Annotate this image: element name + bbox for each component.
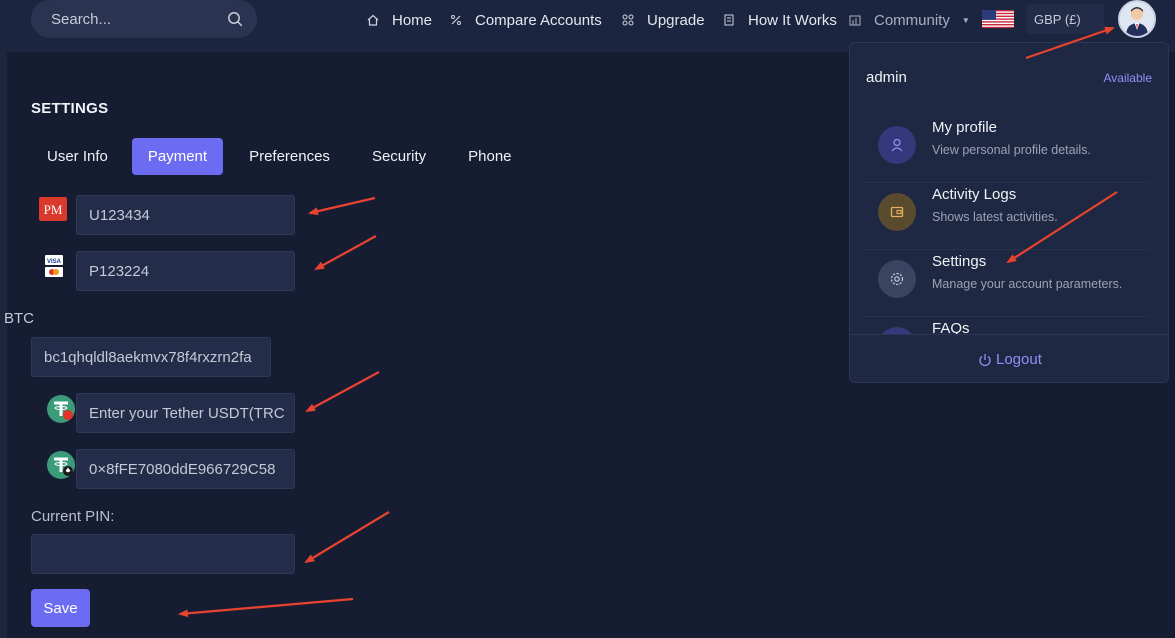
logout-button[interactable]: Logout [978,351,1042,368]
menu-item-my-profile[interactable]: My profile View personal profile details… [864,117,1150,183]
logout-label: Logout [996,351,1042,368]
btc-label: BTC [4,310,34,327]
left-edge [0,52,7,638]
annotation-arrow [304,511,390,564]
nav-community[interactable]: Community ▼ [848,10,970,30]
settings-tabs: User Info Payment Preferences Security P… [31,138,528,175]
chevron-down-icon: ▼ [961,15,970,25]
btc-field[interactable]: bc1qhqldl8aekmvx78f4rxzrn2fa [31,337,271,377]
menu-item-desc: View personal profile details. [932,143,1091,157]
nav-how-it-works[interactable]: How It Works [722,10,837,30]
nav-upgrade[interactable]: Upgrade [621,10,705,30]
avatar[interactable] [1118,0,1156,38]
currency-label: GBP (£) [1034,12,1081,27]
payeer-field[interactable]: P123224 [76,251,295,291]
us-flag-icon[interactable] [982,10,1014,28]
page-title: SETTINGS [31,100,109,117]
menu-item-desc: Shows latest activities. [932,210,1058,224]
usdt-trc-field[interactable]: Enter your Tether USDT(TRC [76,393,295,433]
menu-item-settings[interactable]: Settings Manage your account parameters. [864,251,1150,317]
card-icon: VISA [45,255,63,277]
currency-selector[interactable]: GBP (£) [1026,4,1104,34]
dropdown-username: admin [866,69,907,86]
user-icon [878,126,916,164]
tab-phone[interactable]: Phone [452,138,527,175]
tab-preferences[interactable]: Preferences [233,138,346,175]
nav-compare-accounts[interactable]: Compare Accounts [449,10,602,30]
menu-item-title: My profile [932,119,998,136]
annotation-arrow [308,196,376,216]
nav-compare-label: Compare Accounts [475,11,602,29]
save-button[interactable]: Save [31,589,90,627]
document-icon [724,14,734,26]
power-icon [979,353,991,366]
nav-home[interactable]: Home [366,10,432,30]
wallet-icon [878,193,916,231]
grid-icon [622,14,634,26]
tether-trc-icon [46,394,76,424]
search-icon[interactable] [227,11,243,27]
usdt-erc-field[interactable]: 0×8fFE7080ddE966729C58 [76,449,295,489]
chart-icon [849,15,861,26]
status-badge[interactable]: Available [1104,71,1152,85]
annotation-arrow [178,597,354,618]
perfect-money-field[interactable]: U123434 [76,195,295,235]
search-box[interactable]: Search... [31,0,257,38]
nav-community-label: Community [874,11,950,29]
menu-item-activity-logs[interactable]: Activity Logs Shows latest activities. [864,184,1150,250]
nav-how-label: How It Works [748,11,837,29]
menu-item-desc: Manage your account parameters. [932,277,1123,291]
tab-user-info[interactable]: User Info [31,138,124,175]
menu-item-title: Settings [932,253,987,270]
tab-security[interactable]: Security [356,138,442,175]
search-input[interactable]: Search... [51,11,111,28]
nav-upgrade-label: Upgrade [647,11,705,29]
user-dropdown-menu: admin Available My profile View personal… [849,42,1169,383]
annotation-arrow [305,371,380,412]
tether-erc-icon [46,450,76,480]
nav-home-label: Home [392,11,433,29]
svg-text:PM: PM [44,202,63,217]
gear-icon [878,260,916,298]
pin-label: Current PIN: [31,508,115,525]
annotation-arrow [314,235,377,270]
svg-text:VISA: VISA [47,259,62,265]
tab-payment[interactable]: Payment [131,138,224,175]
menu-item-title: Activity Logs [932,186,1017,203]
perfect-money-icon: PM [39,197,67,221]
dropdown-footer: Logout [850,334,1168,382]
home-icon [367,14,379,26]
percent-icon [451,15,461,25]
pin-field[interactable] [31,534,295,574]
